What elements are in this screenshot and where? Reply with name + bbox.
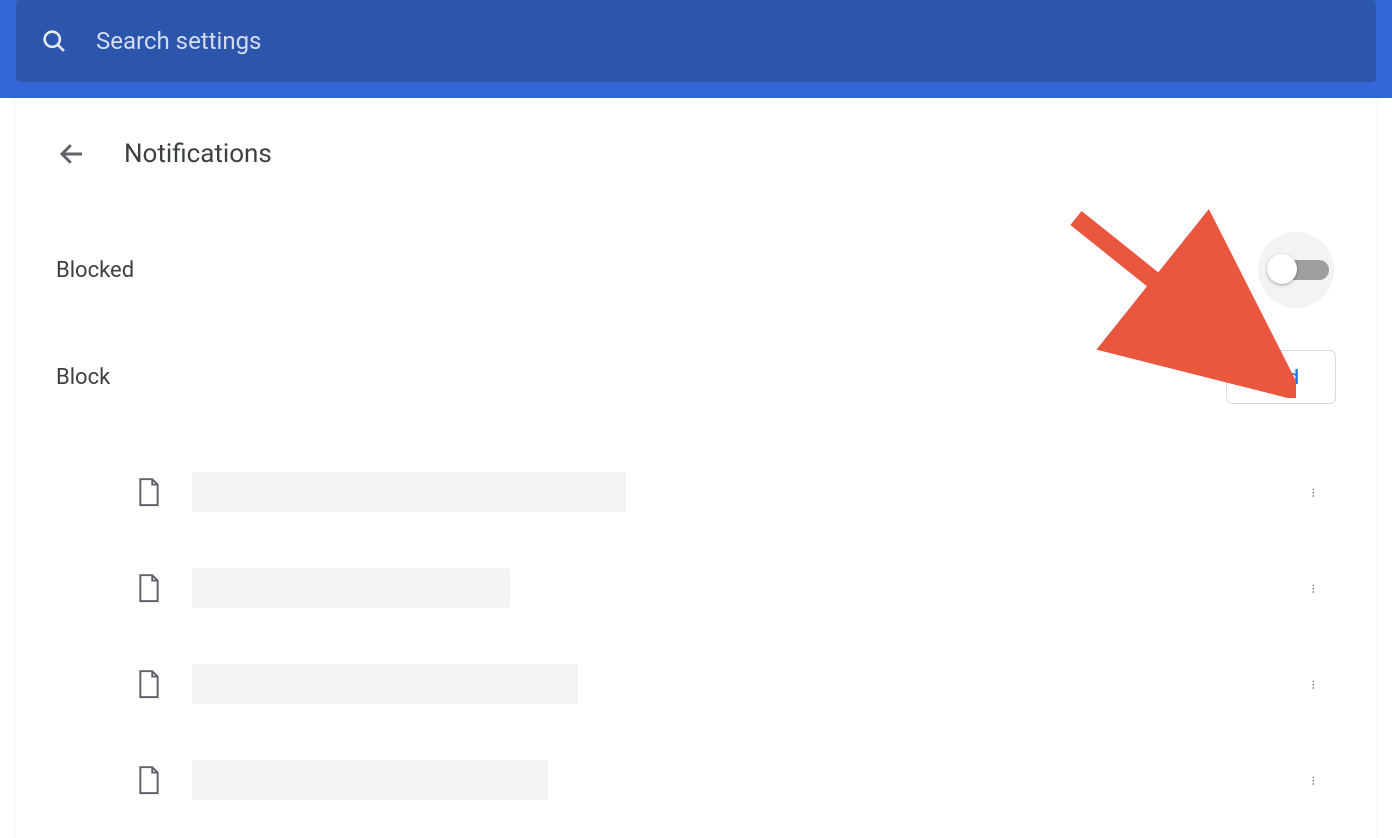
page-header: Notifications <box>56 98 1336 230</box>
site-more-button[interactable] <box>1296 664 1336 704</box>
blocked-label: Blocked <box>56 258 134 283</box>
page-title: Notifications <box>124 139 272 169</box>
site-more-button[interactable] <box>1296 472 1336 512</box>
page-icon <box>136 477 162 507</box>
blocked-setting-row: Blocked <box>56 230 1336 310</box>
blocked-toggle[interactable] <box>1256 230 1336 310</box>
more-vert-icon <box>1312 478 1320 506</box>
site-more-button[interactable] <box>1296 760 1336 800</box>
block-section-title: Block <box>56 365 110 390</box>
redacted-site-name <box>192 664 578 704</box>
search-bar[interactable] <box>16 0 1376 82</box>
search-icon <box>40 27 68 55</box>
top-bar-container <box>0 0 1392 98</box>
page-icon <box>136 765 162 795</box>
settings-content: Notifications Blocked Block Add <box>16 98 1376 838</box>
blocked-sites-list <box>56 444 1336 828</box>
blocked-site-row <box>136 540 1336 636</box>
more-vert-icon <box>1312 574 1320 602</box>
site-more-button[interactable] <box>1296 568 1336 608</box>
redacted-site-name <box>192 760 548 800</box>
redacted-site-name <box>192 472 626 512</box>
add-button[interactable]: Add <box>1226 350 1336 404</box>
back-button[interactable] <box>56 138 88 170</box>
redacted-site-name <box>192 568 510 608</box>
arrow-left-icon <box>57 139 87 169</box>
block-section-header: Block Add <box>56 350 1336 404</box>
more-vert-icon <box>1312 670 1320 698</box>
blocked-site-row <box>136 444 1336 540</box>
page-icon <box>136 573 162 603</box>
blocked-site-row <box>136 636 1336 732</box>
more-vert-icon <box>1312 766 1320 794</box>
blocked-site-row <box>136 732 1336 828</box>
search-input[interactable] <box>96 27 1352 55</box>
page-icon <box>136 669 162 699</box>
